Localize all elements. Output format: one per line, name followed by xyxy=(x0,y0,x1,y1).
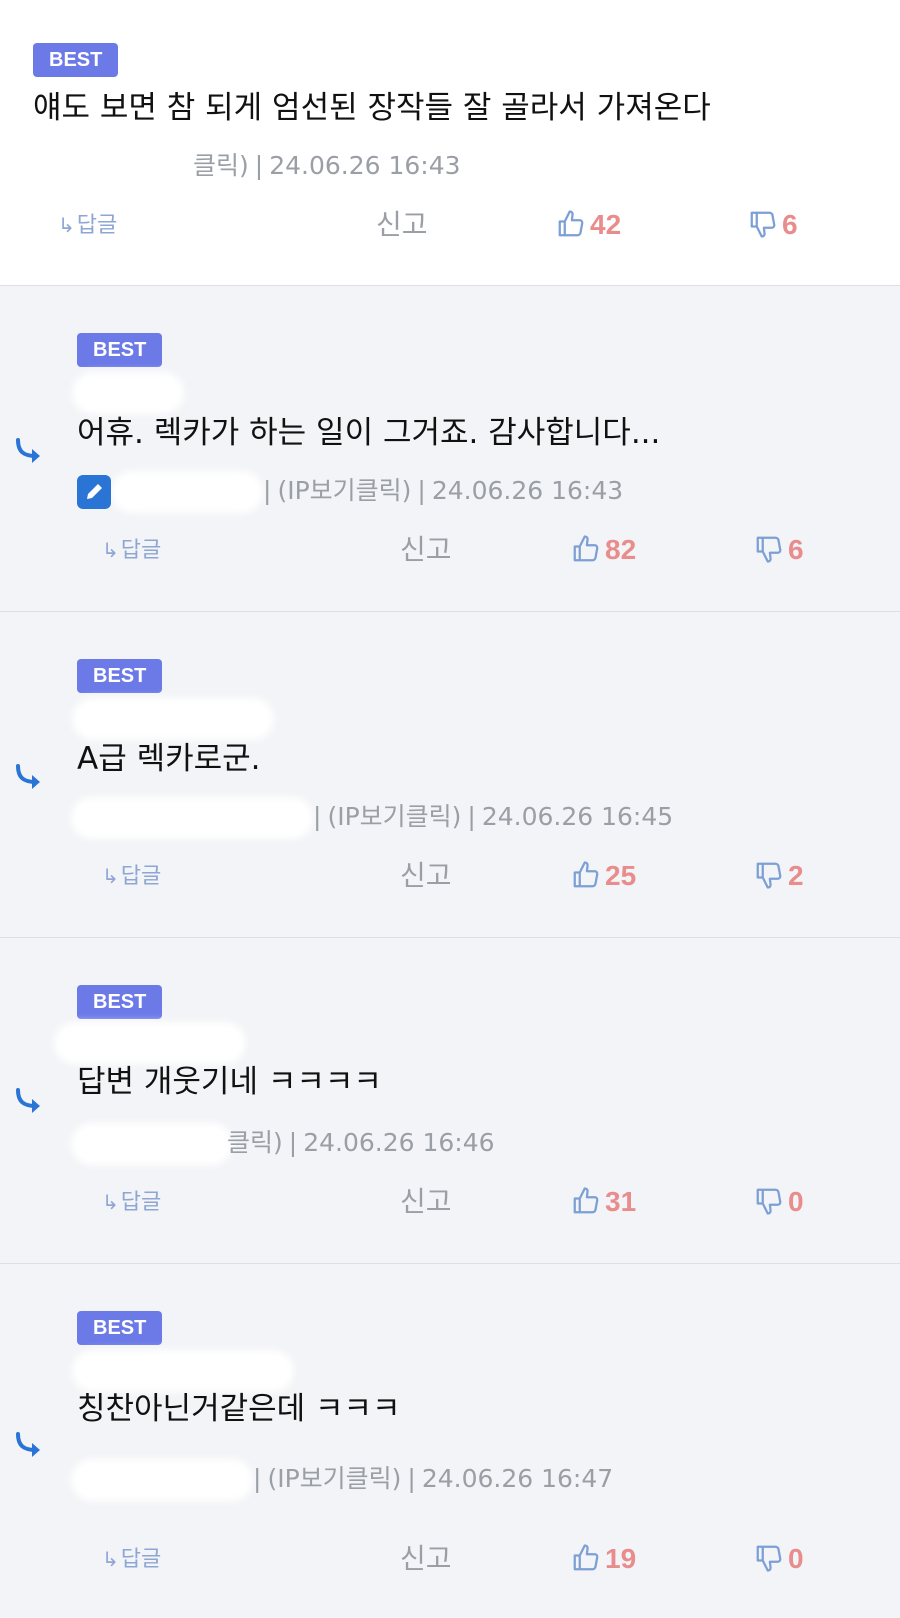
comment-text: 어휴. 렉카가 하는 일이 그거죠. 감사합니다... xyxy=(77,415,661,451)
reply-button[interactable]: ↳답글 xyxy=(102,1182,161,1222)
reply-comment-item: BEST A급 렉카로군. | (IP보기클릭) | 24.06.26 16:45 ↳… xyxy=(0,612,900,938)
edit-pencil-icon xyxy=(77,475,111,509)
comment-actions: ↳답글 신고 25 2 xyxy=(0,856,900,896)
redacted-author-name xyxy=(78,1356,288,1386)
dislike-button[interactable]: 0 xyxy=(754,1539,804,1579)
comment-text: A급 렉카로군. xyxy=(77,741,261,777)
comment-date: 24.06.26 16:47 xyxy=(421,1464,614,1493)
reply-button[interactable]: ↳답글 xyxy=(58,205,117,245)
dislike-button[interactable]: 6 xyxy=(754,530,804,570)
like-button[interactable]: 42 xyxy=(556,205,621,245)
comment-item: BEST 얘도 보면 참 되게 엄선된 장작들 잘 골라서 가져온다 클릭) | 2… xyxy=(0,0,900,286)
redacted-author xyxy=(117,477,257,507)
comment-actions: ↳답글 신고 82 6 xyxy=(0,530,900,570)
author-suffix[interactable]: 클릭) xyxy=(193,151,249,180)
thumbs-up-icon xyxy=(573,861,599,888)
reply-comment-item: BEST 칭찬아닌거같은데 ㅋㅋㅋ | (IP보기클릭) | 24.06.26 16:… xyxy=(0,1264,900,1618)
comment-actions: ↳답글 신고 42 6 xyxy=(0,205,900,245)
comment-meta: 클릭) | 24.06.26 16:43 xyxy=(33,150,461,182)
reply-arrow-icon: ↳ xyxy=(102,864,119,888)
thumbs-up-icon xyxy=(573,1544,599,1571)
comment-actions: ↳답글 신고 31 0 xyxy=(0,1182,900,1222)
thumbs-down-icon xyxy=(756,1188,782,1215)
reply-indicator-icon xyxy=(16,1088,40,1113)
reply-comment-item: BEST 어휴. 렉카가 하는 일이 그거죠. 감사합니다... | (IP보기클… xyxy=(0,286,900,612)
best-badge: BEST xyxy=(77,985,163,1019)
comment-text: 답변 개웃기네 ㅋㅋㅋㅋ xyxy=(77,1064,382,1100)
reply-button[interactable]: ↳답글 xyxy=(102,1539,161,1579)
ip-link[interactable]: (IP보기클릭) xyxy=(327,802,461,831)
report-button[interactable]: 신고 xyxy=(400,1539,452,1579)
comment-meta: 클릭) | 24.06.26 16:46 xyxy=(77,1127,495,1159)
reply-arrow-icon: ↳ xyxy=(102,1190,119,1214)
report-button[interactable]: 신고 xyxy=(376,205,428,245)
thumbs-down-icon xyxy=(756,536,782,563)
redacted-author-name xyxy=(60,1028,240,1058)
reply-button[interactable]: ↳답글 xyxy=(102,856,161,896)
comment-date: 24.06.26 16:43 xyxy=(269,151,461,180)
redacted-author xyxy=(77,1465,247,1495)
ip-link[interactable]: (IP보기클릭) xyxy=(267,1464,401,1493)
author-suffix[interactable]: 클릭) xyxy=(227,1128,283,1157)
thumbs-down-icon xyxy=(750,211,776,238)
redacted-author xyxy=(77,803,307,833)
redacted-author xyxy=(33,152,193,182)
redacted-author xyxy=(77,1129,227,1159)
thumbs-down-icon xyxy=(756,862,782,889)
dislike-button[interactable]: 6 xyxy=(748,205,798,245)
comment-date: 24.06.26 16:43 xyxy=(431,476,624,505)
comment-meta: | (IP보기클릭) | 24.06.26 16:45 xyxy=(77,801,673,833)
redacted-author-name xyxy=(78,704,268,734)
thumbs-up-icon xyxy=(573,535,599,562)
dislike-button[interactable]: 2 xyxy=(754,856,804,896)
best-badge: BEST xyxy=(77,333,163,367)
report-button[interactable]: 신고 xyxy=(400,1182,452,1222)
ip-link[interactable]: (IP보기클릭) xyxy=(277,476,411,505)
report-button[interactable]: 신고 xyxy=(400,856,452,896)
redacted-author-name xyxy=(78,378,178,408)
reply-arrow-icon: ↳ xyxy=(102,1547,119,1571)
best-badge: BEST xyxy=(77,1311,163,1345)
reply-indicator-icon xyxy=(16,1432,40,1457)
best-badge: BEST xyxy=(77,659,163,693)
like-button[interactable]: 31 xyxy=(571,1182,636,1222)
thumbs-up-icon xyxy=(573,1187,599,1214)
thumbs-down-icon xyxy=(756,1545,782,1572)
best-badge: BEST xyxy=(33,43,119,77)
comment-date: 24.06.26 16:46 xyxy=(303,1128,495,1157)
reply-comment-item: BEST 답변 개웃기네 ㅋㅋㅋㅋ 클릭) | 24.06.26 16:46 ↳답글… xyxy=(0,938,900,1264)
comment-meta: | (IP보기클릭) | 24.06.26 16:43 xyxy=(77,475,623,509)
comment-text: 칭찬아닌거같은데 ㅋㅋㅋ xyxy=(77,1391,401,1427)
like-button[interactable]: 25 xyxy=(571,856,636,896)
report-button[interactable]: 신고 xyxy=(400,530,452,570)
reply-indicator-icon xyxy=(16,764,40,789)
comment-meta: | (IP보기클릭) | 24.06.26 16:47 xyxy=(77,1463,613,1495)
comment-date: 24.06.26 16:45 xyxy=(481,802,674,831)
comment-actions: ↳답글 신고 19 0 xyxy=(0,1539,900,1579)
comment-text: 얘도 보면 참 되게 엄선된 장작들 잘 골라서 가져온다 xyxy=(33,90,711,126)
reply-arrow-icon: ↳ xyxy=(102,538,119,562)
reply-arrow-icon: ↳ xyxy=(58,213,75,237)
like-button[interactable]: 19 xyxy=(571,1539,636,1579)
reply-button[interactable]: ↳답글 xyxy=(102,530,161,570)
dislike-button[interactable]: 0 xyxy=(754,1182,804,1222)
thumbs-up-icon xyxy=(558,210,584,237)
like-button[interactable]: 82 xyxy=(571,530,636,570)
reply-indicator-icon xyxy=(16,438,40,463)
